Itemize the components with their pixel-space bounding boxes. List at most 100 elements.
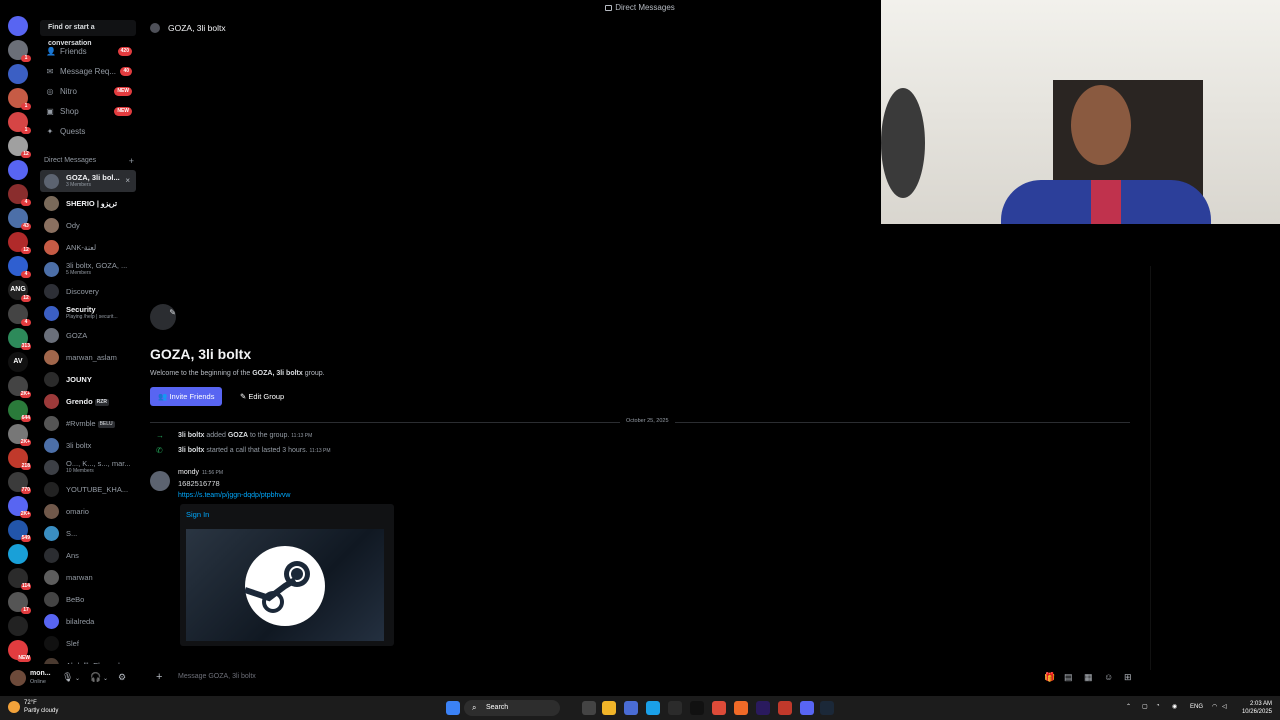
- dm-item[interactable]: S...: [40, 522, 136, 544]
- avatar[interactable]: [10, 670, 26, 686]
- server-icon[interactable]: 644: [8, 400, 31, 422]
- gif-icon[interactable]: ▤: [1064, 666, 1073, 688]
- server-icon[interactable]: 2K+: [8, 424, 31, 446]
- dm-item-goza-group[interactable]: GOZA, 3li bol... 3 Members ×: [40, 170, 136, 192]
- nav-shop[interactable]: ▣ Shop NEW: [40, 102, 136, 122]
- chevron-up-icon[interactable]: ⌃: [1126, 703, 1131, 710]
- app-icon[interactable]: [778, 701, 792, 715]
- server-icon[interactable]: 4: [8, 184, 31, 206]
- taskbar-search[interactable]: ⌕ Search: [464, 700, 560, 716]
- gear-icon[interactable]: ⚙: [118, 672, 126, 683]
- dm-item[interactable]: Ans: [40, 544, 136, 566]
- server-icon[interactable]: ANG 12: [8, 280, 31, 302]
- message-link[interactable]: https://s.team/p/jggn-dqdp/ptpbhvvw: [178, 492, 290, 499]
- add-attachment-icon[interactable]: +: [156, 666, 162, 688]
- headphones-icon[interactable]: 🎧: [90, 672, 101, 683]
- clock[interactable]: 2:03 AM 10/26/2025: [1236, 700, 1272, 716]
- tray-icon[interactable]: ◉: [1172, 703, 1177, 710]
- file-explorer-icon[interactable]: [602, 701, 616, 715]
- premiere-icon[interactable]: [756, 701, 770, 715]
- server-icon[interactable]: AV: [8, 352, 28, 372]
- notepad-icon[interactable]: [668, 701, 682, 715]
- weather-widget[interactable]: 72°F Partly cloudy: [8, 699, 58, 715]
- server-icon[interactable]: [8, 544, 28, 564]
- brave-icon[interactable]: [734, 701, 748, 715]
- dm-item[interactable]: BeBo: [40, 588, 136, 610]
- server-icon[interactable]: [8, 160, 28, 180]
- server-icon[interactable]: 2K+: [8, 376, 31, 398]
- server-icon[interactable]: 2K+: [8, 496, 31, 518]
- server-icon[interactable]: 17: [8, 592, 31, 614]
- apps-icon[interactable]: ⊞: [1124, 666, 1132, 688]
- edge-icon[interactable]: [646, 701, 660, 715]
- chevron-down-icon[interactable]: ⌄: [103, 675, 108, 682]
- server-icon[interactable]: 770: [8, 472, 31, 494]
- server-icon[interactable]: 114: [8, 568, 31, 590]
- dm-item[interactable]: marwan: [40, 566, 136, 588]
- emoji-icon[interactable]: ☺: [1104, 666, 1113, 688]
- dm-item[interactable]: 3li boltx: [40, 434, 136, 456]
- server-icon[interactable]: 1: [8, 88, 31, 110]
- dm-item[interactable]: Abdullh Elsayed: [40, 654, 136, 664]
- dm-item[interactable]: GOZA: [40, 324, 136, 346]
- server-icon[interactable]: 4: [8, 304, 31, 326]
- embed-image[interactable]: [186, 529, 384, 641]
- avatar[interactable]: [150, 471, 170, 491]
- volume-icon[interactable]: ◁: [1222, 703, 1227, 710]
- sticker-icon[interactable]: ▦: [1084, 666, 1093, 688]
- server-icon[interactable]: 43: [8, 208, 31, 230]
- invite-friends-button[interactable]: 👥 Invite Friends: [150, 387, 223, 406]
- server-icon[interactable]: 549: [8, 520, 31, 542]
- dm-item[interactable]: Grendo RZR: [40, 390, 136, 412]
- chrome-icon[interactable]: [712, 701, 726, 715]
- server-icon[interactable]: 12: [8, 136, 31, 158]
- dm-item[interactable]: marwan_aslam: [40, 346, 136, 368]
- nav-friends[interactable]: 👤 Friends 420: [40, 42, 136, 62]
- server-icon[interactable]: 1: [8, 40, 31, 62]
- microphone-icon[interactable]: 🎙: [62, 672, 73, 683]
- network-icon[interactable]: ◔: [1156, 703, 1160, 709]
- dm-item[interactable]: omario: [40, 500, 136, 522]
- dm-item[interactable]: ANK-لعنة: [40, 236, 136, 258]
- gift-icon[interactable]: 🎁: [1044, 666, 1055, 688]
- close-icon[interactable]: ×: [125, 176, 130, 185]
- dm-item[interactable]: Security Playing /help | securit...: [40, 302, 136, 324]
- dm-item[interactable]: bilalreda: [40, 610, 136, 632]
- edit-group-button[interactable]: ✎ Edit Group: [232, 387, 292, 406]
- dm-item[interactable]: YOUTUBE_KHA...: [40, 478, 136, 500]
- language-indicator[interactable]: ENG: [1190, 704, 1203, 710]
- dm-item[interactable]: SHERIO | تريزو: [40, 192, 136, 214]
- discord-icon[interactable]: [800, 701, 814, 715]
- wifi-icon[interactable]: ◠: [1212, 703, 1217, 710]
- server-icon[interactable]: 313: [8, 328, 31, 350]
- find-conversation-button[interactable]: Find or start a conversation: [40, 20, 136, 47]
- dm-item[interactable]: Ody: [40, 214, 136, 236]
- windows-start-icon[interactable]: [446, 701, 460, 715]
- server-icon[interactable]: [8, 616, 28, 636]
- embed-title-link[interactable]: Sign In: [186, 510, 209, 519]
- dm-item[interactable]: #Rvmble BELU: [40, 412, 136, 434]
- nav-message-requests[interactable]: ✉ Message Req... 40: [40, 62, 136, 82]
- tiktok-icon[interactable]: [690, 701, 704, 715]
- server-icon[interactable]: 218: [8, 448, 31, 470]
- steam-icon[interactable]: [820, 701, 834, 715]
- dm-item[interactable]: O..., K..., s..., mar... 10 Members: [40, 456, 136, 478]
- chevron-down-icon[interactable]: ⌄: [75, 675, 80, 682]
- nav-quests[interactable]: ✦ Quests: [40, 122, 136, 142]
- app-icon[interactable]: [624, 701, 638, 715]
- dm-item[interactable]: Slef: [40, 632, 136, 654]
- dm-item[interactable]: JOUNY: [40, 368, 136, 390]
- pencil-icon[interactable]: ✎: [169, 308, 176, 317]
- server-icon[interactable]: [8, 16, 28, 36]
- message-author[interactable]: mondy: [178, 469, 199, 476]
- server-icon[interactable]: [8, 64, 28, 84]
- tray-icon[interactable]: ▢: [1142, 703, 1148, 710]
- dm-item[interactable]: Discovery: [40, 280, 136, 302]
- nav-nitro[interactable]: ◎ Nitro NEW: [40, 82, 136, 102]
- message-input[interactable]: + Message GOZA, 3li boltx 🎁 ▤ ▦ ☺ ⊞: [148, 666, 1140, 688]
- dm-item[interactable]: 3li boltx, GOZA, ... 5 Members: [40, 258, 136, 280]
- create-dm-icon[interactable]: +: [129, 152, 134, 170]
- task-view-icon[interactable]: [582, 701, 596, 715]
- server-icon[interactable]: 4: [8, 256, 31, 278]
- group-avatar[interactable]: ✎: [150, 304, 176, 330]
